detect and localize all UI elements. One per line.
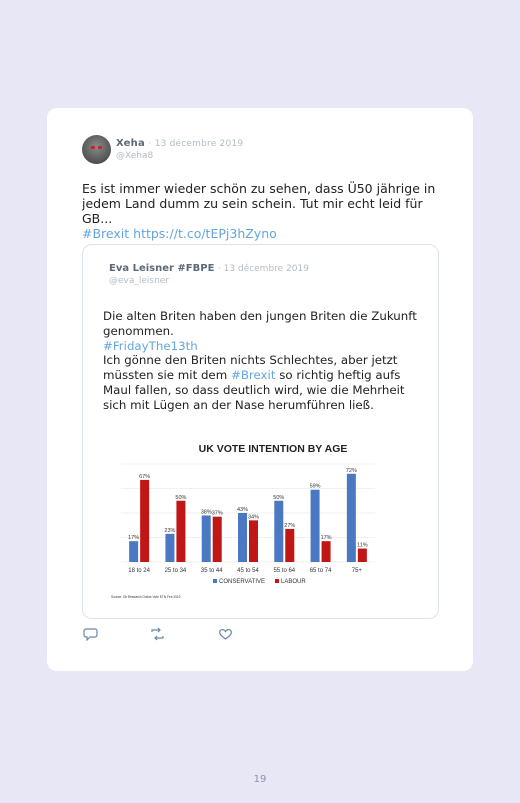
author-line: Xeha · 13 décembre 2019 (116, 138, 243, 149)
bar-labour-0 (140, 479, 150, 562)
data-label: 67% (139, 474, 150, 480)
chart-source: Source: Ok Research Online Vote ETN Feb … (111, 595, 181, 599)
x-tick-label: 75+ (352, 568, 363, 574)
bar-conservative-0 (129, 541, 139, 562)
data-label: 23% (164, 528, 175, 534)
avatar-eye (98, 146, 102, 149)
data-label: 11% (357, 543, 368, 549)
data-label: 43% (237, 507, 248, 513)
bar-conservative-5 (310, 489, 320, 562)
quoted-author-line: Eva Leisner #FBPE · 13 décembre 2019 (109, 263, 309, 274)
data-label: 17% (128, 535, 139, 541)
quoted-text: Die alten Briten haben den jungen Briten… (103, 309, 423, 413)
bar-labour-5 (321, 541, 331, 562)
bar-labour-4 (285, 528, 295, 562)
data-label: 37% (212, 511, 223, 517)
chart-legend: CONSERVATIVE LABOUR (213, 579, 306, 585)
legend-swatch (275, 579, 279, 583)
data-label: 17% (321, 535, 332, 541)
retweet-icon[interactable] (150, 627, 165, 641)
heart-icon[interactable] (218, 627, 233, 641)
bar-labour-3 (249, 520, 258, 562)
avatar[interactable] (82, 135, 111, 164)
x-tick-label: 35 to 44 (201, 568, 223, 574)
chart-labels: 17% 23% 38% 43% 50% 59% 72% 67% 50% 37% 34% 27% 17% 1… (128, 468, 368, 574)
x-tick-label: 55 to 64 (273, 568, 295, 574)
legend-swatch (213, 579, 217, 583)
bar-conservative-1 (165, 533, 175, 562)
tweet-date: · 13 décembre 2019 (148, 139, 244, 149)
avatar-eye (91, 146, 95, 149)
legend-label: CONSERVATIVE (219, 579, 265, 585)
author-handle: @Xeha8 (116, 151, 154, 161)
reply-icon[interactable] (83, 627, 98, 641)
bar-labour-6 (357, 548, 367, 562)
author-name[interactable]: Xeha (116, 138, 145, 149)
bar-labour-1 (176, 500, 186, 562)
tweet-body: Es ist immer wieder schön zu sehen, dass… (82, 181, 436, 226)
quoted-line-1: Die alten Briten haben den jungen Briten… (103, 309, 417, 338)
bar-conservative-4 (274, 500, 284, 562)
data-label: 50% (273, 495, 284, 501)
bar-conservative-6 (346, 473, 356, 562)
data-label: 34% (248, 514, 259, 520)
url-link[interactable]: https://t.co/tEPj3hZyno (133, 226, 277, 241)
hashtag-link[interactable]: #Brexit (82, 226, 129, 241)
data-label: 59% (310, 484, 321, 490)
x-tick-label: 18 to 24 (128, 568, 150, 574)
chart-grid (121, 463, 375, 563)
page-number: 19 (253, 774, 267, 785)
quoted-handle: @eva_leisner (109, 276, 170, 286)
chart-title: UK VOTE INTENTION BY AGE (199, 443, 348, 455)
quoted-author-name[interactable]: Eva Leisner #FBPE (109, 263, 214, 274)
data-label: 50% (175, 495, 186, 501)
legend-label: LABOUR (281, 579, 306, 585)
x-tick-label: 45 to 54 (237, 568, 259, 574)
bar-conservative-3 (238, 513, 247, 562)
data-label: 72% (346, 468, 357, 474)
tweet-text: Es ist immer wieder schön zu sehen, dass… (82, 181, 452, 241)
x-tick-label: 25 to 34 (165, 568, 187, 574)
data-label: 38% (201, 509, 212, 515)
quoted-date: · 13 décembre 2019 (217, 264, 309, 274)
bar-labour-2 (212, 516, 222, 562)
hashtag-link[interactable]: #FridayThe13th (103, 339, 198, 353)
hashtag-link[interactable]: #Brexit (231, 368, 276, 382)
data-label: 27% (284, 523, 295, 529)
bar-conservative-2 (201, 515, 211, 562)
x-tick-label: 65 to 74 (310, 568, 332, 574)
bar-chart: UK VOTE INTENTION BY AGE 17% 23% 38% 43% 50%… (111, 443, 375, 599)
